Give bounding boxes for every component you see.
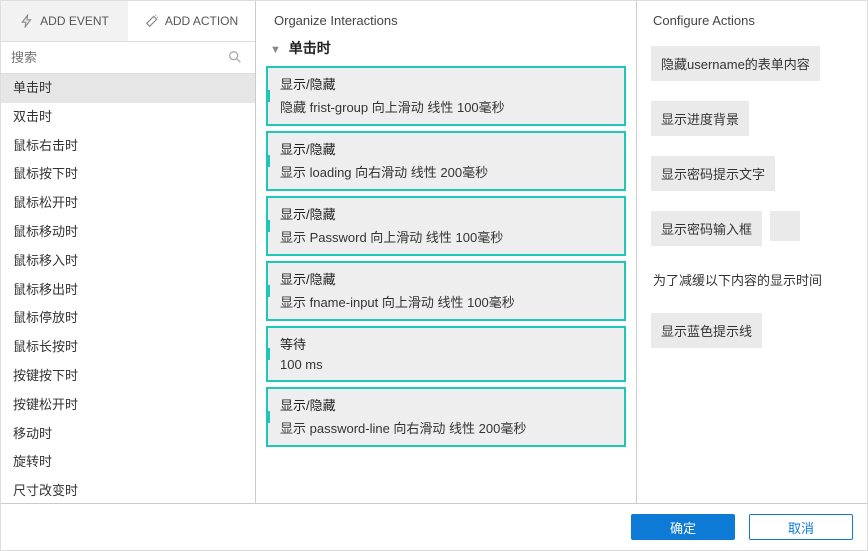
event-item[interactable]: 移动时 (1, 420, 255, 449)
action-card-desc: 显示 loading 向右滑动 线性 200毫秒 (280, 162, 612, 181)
action-card-title: 显示/隐藏 (280, 269, 612, 288)
event-item[interactable]: 鼠标移出时 (1, 276, 255, 305)
action-card[interactable]: 等待 100 ms (266, 326, 626, 382)
tab-add-action[interactable]: ADD ACTION (128, 1, 255, 41)
config-item[interactable]: 显示进度背景 (651, 101, 749, 136)
action-card-title: 显示/隐藏 (280, 395, 612, 414)
event-item[interactable]: 鼠标移动时 (1, 218, 255, 247)
action-card[interactable]: 显示/隐藏隐藏 frist-group 向上滑动 线性 100毫秒 (266, 66, 626, 126)
event-list: 单击时双击时鼠标右击时鼠标按下时鼠标松开时鼠标移动时鼠标移入时鼠标移出时鼠标停放… (1, 74, 255, 503)
caret-down-icon: ▼ (270, 44, 281, 56)
search-input[interactable] (9, 46, 247, 69)
action-card-title: 显示/隐藏 (280, 139, 612, 158)
action-card[interactable]: 显示/隐藏显示 password-line 向右滑动 线性 200毫秒 (266, 387, 626, 447)
wand-icon (145, 14, 159, 28)
action-card-title: 显示/隐藏 (280, 204, 612, 223)
event-item[interactable]: 鼠标停放时 (1, 304, 255, 333)
event-item[interactable]: 按键松开时 (1, 391, 255, 420)
action-card[interactable]: 显示/隐藏显示 Password 向上滑动 线性 100毫秒 (266, 196, 626, 256)
event-item[interactable]: 按键按下时 (1, 362, 255, 391)
config-item[interactable]: 显示密码输入框 (651, 211, 762, 246)
drag-handle[interactable] (266, 90, 270, 102)
action-card-title: 显示/隐藏 (280, 74, 612, 93)
event-item[interactable]: 鼠标长按时 (1, 333, 255, 362)
action-card-desc: 隐藏 frist-group 向上滑动 线性 100毫秒 (280, 97, 612, 116)
right-panel: Configure Actions 隐藏username的表单内容显示进度背景显… (637, 1, 867, 503)
event-item[interactable]: 旋转时 (1, 448, 255, 477)
tab-add-event[interactable]: ADD EVENT (1, 1, 128, 41)
drag-handle[interactable] (266, 348, 270, 360)
drag-handle[interactable] (266, 220, 270, 232)
trigger-label: 单击时 (289, 40, 331, 56)
dialog-footer: 确定 取消 (1, 504, 867, 550)
event-item[interactable]: 鼠标移入时 (1, 247, 255, 276)
action-card[interactable]: 显示/隐藏显示 loading 向右滑动 线性 200毫秒 (266, 131, 626, 191)
tab-add-event-label: ADD EVENT (40, 14, 109, 28)
event-item[interactable]: 鼠标右击时 (1, 132, 255, 161)
action-list: 显示/隐藏隐藏 frist-group 向上滑动 线性 100毫秒显示/隐藏显示… (256, 66, 636, 503)
action-card-desc: 显示 password-line 向右滑动 线性 200毫秒 (280, 418, 612, 437)
config-item[interactable]: 显示蓝色提示线 (651, 313, 762, 348)
action-card-desc: 100 ms (280, 357, 612, 372)
config-spacer (770, 211, 800, 241)
config-item[interactable]: 显示密码提示文字 (651, 156, 775, 191)
config-item[interactable]: 隐藏username的表单内容 (651, 46, 820, 81)
event-item[interactable]: 鼠标松开时 (1, 189, 255, 218)
right-header: Configure Actions (637, 1, 867, 40)
action-card-title: 等待 (280, 334, 612, 353)
action-card[interactable]: 显示/隐藏显示 fname-input 向上滑动 线性 100毫秒 (266, 261, 626, 321)
event-item[interactable]: 鼠标按下时 (1, 160, 255, 189)
tab-bar: ADD EVENT ADD ACTION (1, 1, 255, 41)
drag-handle[interactable] (266, 155, 270, 167)
action-card-desc: 显示 fname-input 向上滑动 线性 100毫秒 (280, 292, 612, 311)
lightning-icon (20, 14, 34, 28)
middle-header: Organize Interactions (256, 1, 636, 34)
event-item[interactable]: 尺寸改变时 (1, 477, 255, 503)
trigger-row[interactable]: ▼ 单击时 (256, 34, 636, 66)
action-card-desc: 显示 Password 向上滑动 线性 100毫秒 (280, 227, 612, 246)
middle-panel: Organize Interactions ▼ 单击时 显示/隐藏隐藏 fris… (256, 1, 637, 503)
main-area: ADD EVENT ADD ACTION 单击时双击时鼠标右击时鼠标按下时鼠标松… (1, 1, 867, 504)
left-panel: ADD EVENT ADD ACTION 单击时双击时鼠标右击时鼠标按下时鼠标松… (1, 1, 256, 503)
tab-add-action-label: ADD ACTION (165, 14, 238, 28)
config-row: 显示密码输入框 (651, 211, 853, 246)
drag-handle[interactable] (266, 285, 270, 297)
cancel-button[interactable]: 取消 (749, 514, 853, 540)
event-item[interactable]: 单击时 (1, 74, 255, 103)
ok-button[interactable]: 确定 (631, 514, 735, 540)
config-item: 为了减缓以下内容的显示时间 (651, 266, 824, 293)
right-body: 隐藏username的表单内容显示进度背景显示密码提示文字显示密码输入框为了减缓… (637, 40, 867, 354)
search-row (1, 41, 255, 74)
drag-handle[interactable] (266, 411, 270, 423)
search-icon[interactable] (227, 49, 243, 65)
event-item[interactable]: 双击时 (1, 103, 255, 132)
app-root: ADD EVENT ADD ACTION 单击时双击时鼠标右击时鼠标按下时鼠标松… (0, 0, 868, 551)
